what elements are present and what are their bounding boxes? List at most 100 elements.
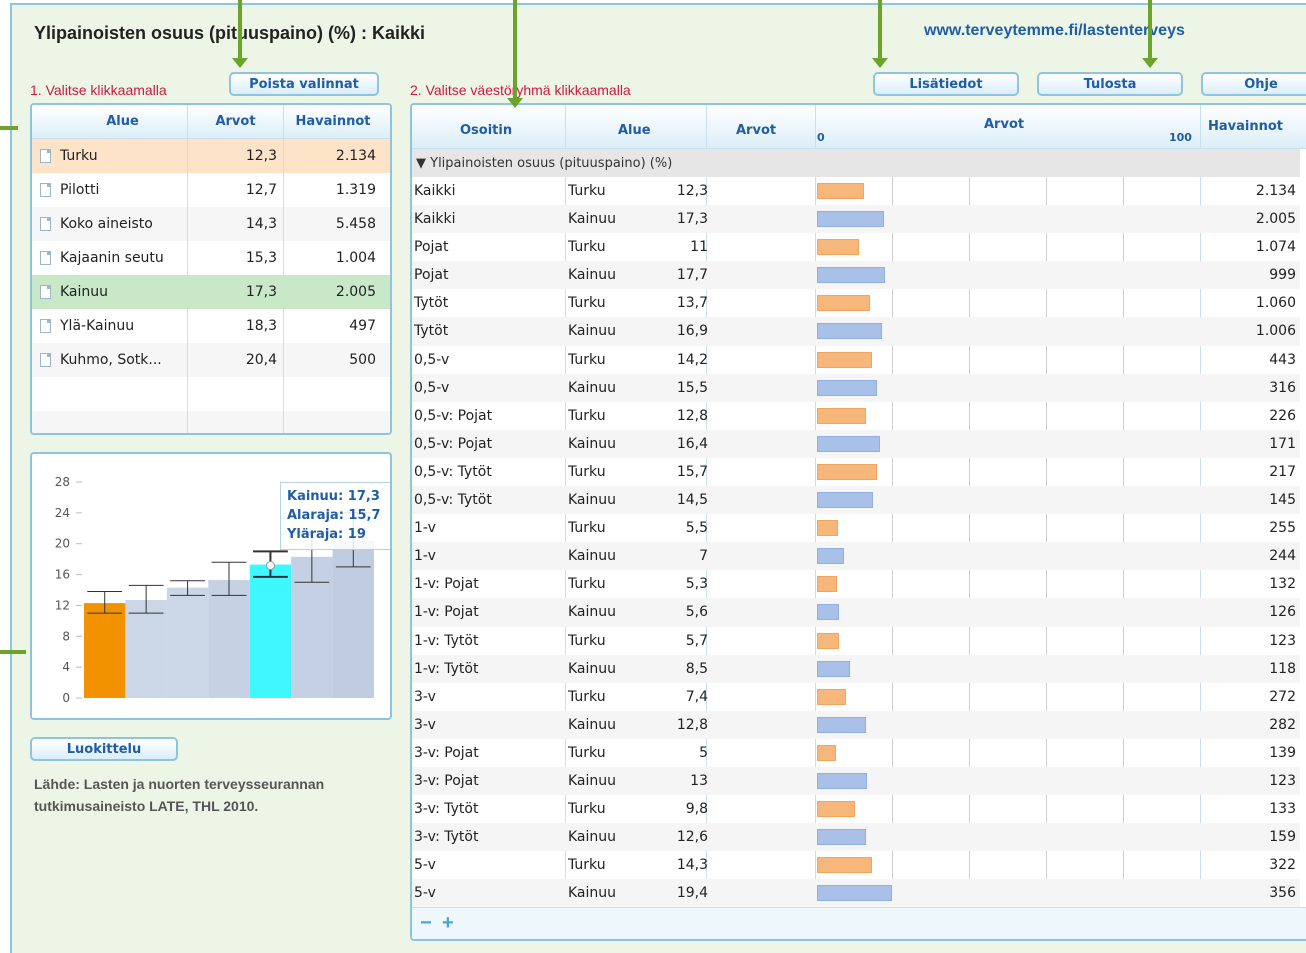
indicator-cell: 1-v — [414, 548, 436, 565]
indicator-cell: 0,5-v: Tytöt — [414, 463, 492, 480]
table-row[interactable]: Kaikki Kainuu 17,3 2.005 — [412, 205, 1300, 234]
classification-button[interactable]: Luokittelu — [30, 737, 178, 761]
table-row[interactable]: 0,5-v: Tytöt Turku 15,7 217 — [412, 458, 1300, 486]
table-row[interactable]: Pojat Turku 11 1.074 — [412, 233, 1300, 261]
chart-bar[interactable] — [84, 603, 126, 698]
region-cell: Kainuu — [568, 323, 617, 340]
column-header-arvot[interactable]: Arvot — [736, 123, 776, 138]
table-row[interactable]: 3-v: Pojat Kainuu 13 123 — [412, 766, 1300, 796]
chart-bar[interactable] — [249, 564, 292, 698]
value-cell: 5,3 — [685, 576, 708, 593]
table-row[interactable]: 0,5-v Kainuu 15,5 316 — [412, 373, 1300, 402]
value-bar — [817, 379, 877, 396]
region-row[interactable]: Kajaanin seutu 15,3 1.004 — [32, 241, 390, 275]
region-cell: Kainuu — [568, 829, 617, 846]
help-button[interactable]: Ohje — [1201, 72, 1306, 96]
count-cell: 126 — [1269, 604, 1296, 621]
indicator-cell: Tytöt — [414, 295, 449, 312]
region-name: Kajaanin seutu — [58, 241, 188, 275]
region-row[interactable]: Turku 12,3 2.134 — [32, 139, 390, 173]
table-footer: − + — [412, 907, 1306, 939]
count-cell: 316 — [1269, 379, 1296, 396]
value-cell: 12,8 — [676, 407, 708, 424]
value-bar — [817, 801, 855, 818]
column-header-osoitin[interactable]: Osoitin — [460, 123, 512, 138]
count-cell: 356 — [1269, 885, 1296, 902]
table-row[interactable]: 0,5-v: Tytöt Kainuu 14,5 145 — [412, 486, 1300, 515]
chart-bar[interactable] — [166, 587, 209, 698]
count-cell: 145 — [1269, 492, 1296, 509]
value-bar — [817, 604, 839, 621]
table-row[interactable]: 1-v: Tytöt Kainuu 8,5 118 — [412, 654, 1300, 683]
table-row[interactable]: 0,5-v: Pojat Kainuu 16,4 171 — [412, 429, 1300, 458]
region-row[interactable]: Kuhmo, Sotk... 20,4 500 — [32, 343, 390, 377]
hover-marker — [265, 561, 275, 571]
y-tick-label: 0 — [62, 691, 70, 705]
table-row[interactable]: 1-v Kainuu 7 244 — [412, 542, 1300, 571]
table-row[interactable]: 3-v Kainuu 12,8 282 — [412, 710, 1300, 739]
region-row[interactable]: Pilotti 12,7 1.319 — [32, 173, 390, 207]
table-row[interactable]: Tytöt Kainuu 16,9 1.006 — [412, 317, 1300, 346]
indicator-cell: 0,5-v: Pojat — [414, 435, 493, 452]
annotation-arrow — [1142, 0, 1158, 68]
site-link[interactable]: www.terveytemme.fi/lastenterveys — [924, 22, 1185, 40]
count-cell: 282 — [1269, 716, 1296, 733]
value-cell: 14,3 — [676, 857, 708, 874]
column-header-havainnot[interactable]: Havainnot — [284, 105, 382, 138]
count-cell: 999 — [1269, 267, 1296, 284]
value-bar — [817, 463, 878, 480]
column-header-arvot[interactable]: Arvot — [188, 105, 284, 138]
indicator-cell: 3-v: Pojat — [414, 772, 479, 789]
column-header-alue[interactable]: Alue — [618, 123, 651, 138]
value-bar — [817, 885, 892, 902]
count-cell: 272 — [1269, 688, 1296, 705]
expand-all-button[interactable]: + — [442, 912, 454, 935]
region-count: 500 — [349, 352, 376, 368]
table-row[interactable]: 0,5-v: Pojat Turku 12,8 226 — [412, 402, 1300, 430]
annotation-arrow — [0, 650, 26, 654]
table-row[interactable]: 3-v Turku 7,4 272 — [412, 683, 1300, 711]
data-rows: Kaikki Turku 12,3 2.134 Kaikki Kainuu 17,3 2.00… — [412, 177, 1300, 908]
page-title: Ylipainoisten osuus (pituuspaino) (%) : … — [34, 23, 426, 43]
table-row[interactable]: 3-v: Tytöt Kainuu 12,6 159 — [412, 823, 1300, 852]
collapse-all-button[interactable]: − — [420, 912, 432, 935]
region-cell: Turku — [568, 351, 606, 368]
region-name: Kainuu — [58, 275, 188, 309]
region-name: Turku — [58, 139, 188, 173]
table-row[interactable]: 1-v: Pojat Kainuu 5,6 126 — [412, 598, 1300, 627]
column-header-havainnot[interactable]: Havainnot — [1208, 119, 1283, 134]
region-row[interactable]: Koko aineisto 14,3 5.458 — [32, 207, 390, 241]
table-row[interactable]: Pojat Kainuu 17,7 999 — [412, 261, 1300, 290]
chart-bar[interactable] — [125, 600, 167, 698]
table-row[interactable]: Kaikki Turku 12,3 2.134 — [412, 177, 1300, 205]
table-row[interactable]: 1-v Turku 5,5 255 — [412, 514, 1300, 542]
indicator-cell: Kaikki — [414, 211, 456, 228]
region-cell: Kainuu — [568, 604, 617, 621]
table-row[interactable]: 0,5-v Turku 14,2 443 — [412, 346, 1300, 374]
column-header-alue[interactable]: Alue — [58, 105, 188, 138]
value-bar — [817, 407, 867, 424]
table-row[interactable]: Tytöt Turku 13,7 1.060 — [412, 289, 1300, 317]
region-value: 14,3 — [188, 207, 284, 241]
region-name: Koko aineisto — [58, 207, 188, 241]
group-row[interactable]: ▼ Ylipainoisten osuus (pituuspaino) (%) — [412, 149, 1300, 177]
table-row[interactable]: 5-v Turku 14,3 322 — [412, 851, 1300, 879]
count-cell: 139 — [1269, 744, 1296, 761]
table-row[interactable]: 1-v: Tytöt Turku 5,7 123 — [412, 627, 1300, 655]
print-button[interactable]: Tulosta — [1037, 72, 1183, 96]
data-table: Osoitin Alue Arvot Arvot 0 100 Havainnot… — [410, 103, 1306, 941]
column-header-arvot-bar[interactable]: Arvot — [984, 117, 1024, 132]
table-row[interactable]: 5-v Kainuu 19,4 356 — [412, 879, 1300, 908]
info-button[interactable]: Lisätiedot — [873, 72, 1019, 96]
region-row[interactable]: Ylä-Kainuu 18,3 497 — [32, 309, 390, 343]
region-row[interactable]: Kainuu 17,3 2.005 — [32, 275, 390, 309]
value-cell: 13 — [690, 772, 708, 789]
table-row[interactable]: 1-v: Pojat Turku 5,3 132 — [412, 570, 1300, 598]
tooltip-line2: Alaraja: 15,7 — [287, 508, 381, 523]
table-row[interactable]: 3-v: Tytöt Turku 9,8 133 — [412, 795, 1300, 823]
chart-bar[interactable] — [208, 579, 250, 698]
clear-selection-button[interactable]: Poista valinnat — [229, 72, 379, 96]
table-row[interactable]: 3-v: Pojat Turku 5 139 — [412, 739, 1300, 767]
region-cell: Kainuu — [568, 548, 617, 565]
value-cell: 8,5 — [685, 660, 708, 677]
